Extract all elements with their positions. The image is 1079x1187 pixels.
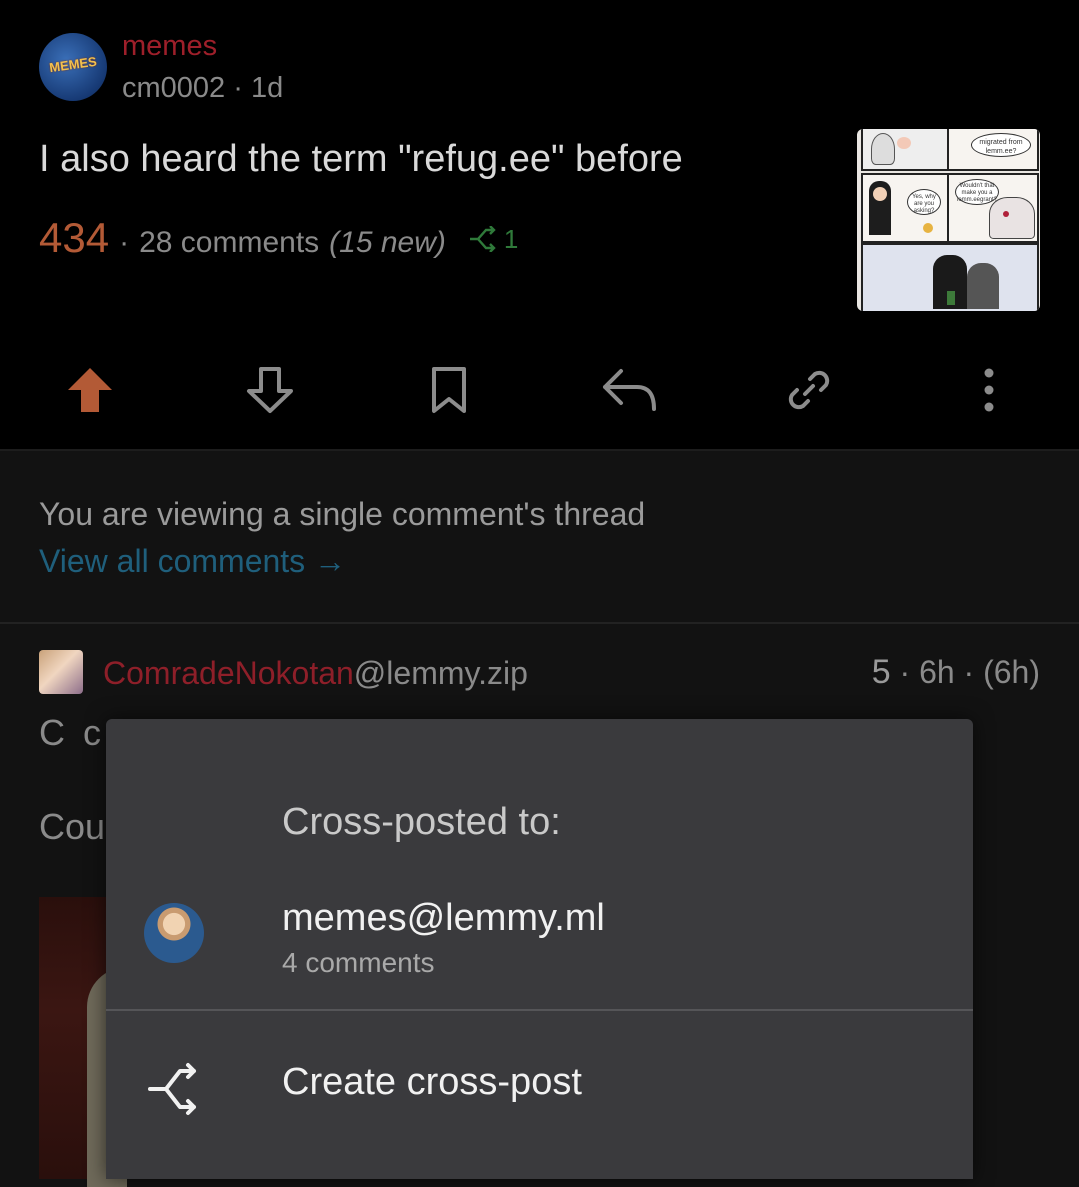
crosspost-count[interactable]: 1 [468,224,518,255]
create-crosspost-button[interactable]: Create cross-post [106,1011,973,1179]
post-age: 1d [250,72,284,104]
comment-author[interactable]: ComradeNokotan@lemmy.zip [103,655,528,692]
create-crosspost-label: Create cross-post [282,1061,582,1103]
divider [0,449,1079,451]
copy-link-button[interactable] [769,350,849,430]
comic-panel: Wouldn't that make you a lemm.eegrant? [947,173,1039,243]
post-stats: 434 · 28 comments (15 new) 1 [39,214,518,262]
community-avatar[interactable]: MEMES [39,33,107,101]
downvote-button[interactable] [230,350,310,430]
crosspost-count-value: 1 [503,223,519,254]
community-icon [144,903,204,963]
upvote-button[interactable] [50,350,130,430]
comment-text: Cou [39,806,106,847]
crosspost-community: memes@lemmy.ml [282,897,605,939]
comic-panel: migrated from lemm.ee? [947,129,1039,171]
single-thread-notice: You are viewing a single comment's threa… [39,496,646,532]
dialog-title: Cross-posted to: [282,801,561,843]
comment-image[interactable] [39,897,127,1187]
comic-panel [861,243,1039,311]
comment-username[interactable]: ComradeNokotan [103,655,354,691]
stats-separator: · [119,226,130,259]
reply-button[interactable] [589,350,669,430]
community-name[interactable]: memes [122,30,217,63]
post-author[interactable]: cm0002 [122,72,225,104]
speech-bubble: Yes, why are you asking? [907,189,941,215]
more-icon [984,368,994,412]
crosspost-icon [148,1063,196,1115]
comment-meta: 5 · 6h · (6h) [872,653,1040,692]
post-score: 434 [39,214,110,261]
upvote-icon [68,368,112,412]
comment-score: 5 [871,653,891,691]
comment-age: · 6h · (6h) [899,654,1040,690]
speech-bubble: migrated from lemm.ee? [971,133,1031,157]
more-options-button[interactable] [949,350,1029,430]
view-all-comments-link[interactable]: View all comments → [39,543,346,580]
post-card[interactable]: MEMES memes cm0002 · 1d I also heard the… [0,0,1079,450]
comment-count[interactable]: 28 comments [139,226,319,260]
comic-panel [861,129,949,171]
link-icon [788,370,830,410]
bookmark-icon [432,367,466,413]
post-meta: cm0002 · 1d [122,72,283,105]
new-comment-count: (15 new) [329,226,446,259]
crosspost-dialog: Cross-posted to: memes@lemmy.ml 4 commen… [106,719,973,1179]
post-title[interactable]: I also heard the term "refug.ee" before [39,138,683,181]
commenter-avatar[interactable] [39,650,83,694]
comment-instance: @lemmy.zip [353,655,528,691]
bookmark-button[interactable] [409,350,489,430]
crosspost-icon [469,226,496,252]
meta-separator: · [233,72,251,104]
crosspost-comment-count: 4 comments [282,947,435,978]
post-actions [0,350,1079,430]
downvote-icon [247,367,293,413]
post-thumbnail[interactable]: migrated from lemm.ee? Yes, why are you … [857,129,1040,311]
community-logo-text: MEMES [48,53,98,76]
divider [0,622,1079,624]
crosspost-item[interactable]: memes@lemmy.ml 4 comments [106,879,973,1009]
reply-icon [603,369,656,411]
speech-bubble: Wouldn't that make you a lemm.eegrant? [955,179,999,205]
comic-panel: Yes, why are you asking? [861,173,949,243]
